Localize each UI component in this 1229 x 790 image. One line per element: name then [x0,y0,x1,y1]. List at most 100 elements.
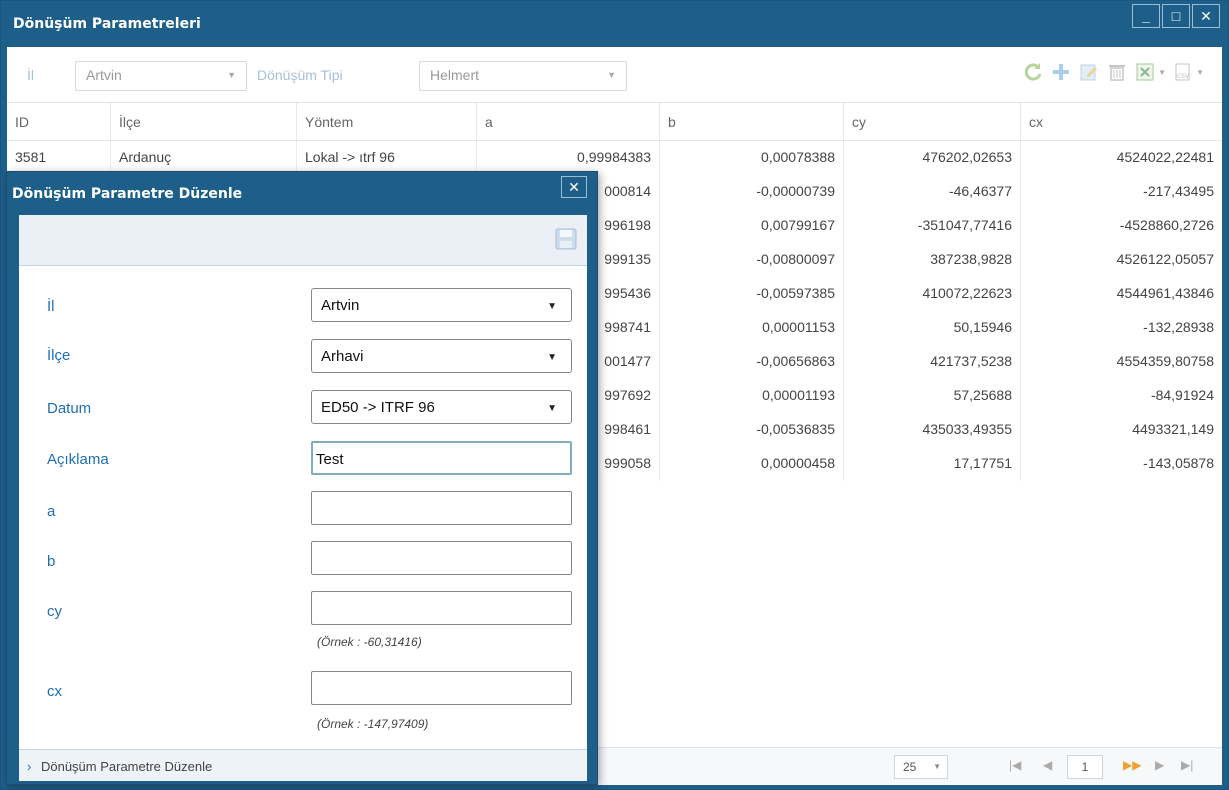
cell-b: 0,00000458 [660,447,844,481]
cell-a: 0,99984383 [477,141,660,175]
b-input[interactable] [311,541,572,575]
page-number-input[interactable]: 1 [1067,755,1103,779]
b-label: b [47,553,56,570]
page-size-value: 25 [903,760,917,774]
column-header-b[interactable]: b [660,103,844,140]
svg-text:CSV: CSV [1177,73,1190,80]
il-label: İl [47,298,55,315]
dialog-footer-breadcrumb[interactable]: › Dönüşüm Parametre Düzenle [19,749,587,781]
filter-toolbar: İl Artvin ▼ Dönüşüm Tipi Helmert ▼ ▼ CSV… [7,47,1222,103]
cell-b: -0,00597385 [660,277,844,311]
cell-cy: 435033,49355 [844,413,1021,447]
chevron-down-icon: ▼ [547,403,557,414]
save-icon[interactable] [555,228,577,250]
ilce-select-value: Arhavi [321,348,364,365]
next-icon[interactable]: ▶ [1155,758,1164,772]
maximize-button[interactable]: □ [1162,4,1190,28]
datum-select-value: ED50 -> ITRF 96 [321,399,435,416]
excel-export-icon[interactable] [1134,61,1156,83]
chevron-down-icon: ▼ [933,762,941,771]
main-titlebar[interactable]: Dönüşüm Parametreleri _ □ ✕ [1,1,1228,47]
cell-b: 0,00078388 [660,141,844,175]
first-page-icon[interactable]: |◀ [1009,758,1021,772]
close-button[interactable]: ✕ [1192,4,1220,28]
datum-select[interactable]: ED50 -> ITRF 96 ▼ [311,390,572,424]
column-header-yontem[interactable]: Yöntem [297,103,477,140]
edit-icon[interactable] [1078,61,1100,83]
tip-filter-value: Helmert [430,67,480,83]
tip-filter-label: Dönüşüm Tipi [257,67,343,83]
cell-cx: -132,28938 [1143,319,1214,335]
cell-b: -0,00000739 [660,175,844,209]
il-filter-label: İl [27,67,34,83]
prev-page-icon[interactable]: ◀ [1043,758,1052,772]
cell-cy: -46,46377 [844,175,1021,209]
next-page-icon[interactable]: ▶▶ [1123,758,1141,772]
csv-export-icon[interactable]: CSV [1172,61,1194,83]
cell-cy: 387238,9828 [844,243,1021,277]
footer-label: Dönüşüm Parametre Düzenle [40,759,213,774]
datum-label: Datum [47,400,92,417]
dialog-close-button[interactable]: ✕ [561,176,587,198]
refresh-icon[interactable] [1022,61,1044,83]
cx-label: cx [47,683,62,700]
tip-filter-combo[interactable]: Helmert ▼ [419,61,627,91]
cell-cy: 476202,02653 [844,141,1021,175]
cell-cy: -351047,77416 [844,209,1021,243]
cell-cx: 4493321,149 [1132,421,1214,437]
cell-cx: -4528860,2726 [1119,217,1214,233]
column-header-id[interactable]: ID [7,103,111,140]
aciklama-label: Açıklama [47,451,109,468]
chevron-down-icon: ▼ [227,70,236,80]
window-controls: _ □ ✕ [1132,4,1220,28]
cell-cx: -143,05878 [1143,455,1214,471]
cell-cx: 4526122,05057 [1116,251,1214,267]
column-header-ilce[interactable]: İlçe [111,103,297,140]
cell-cx: -84,91924 [1150,387,1214,403]
cell-cx: -217,43495 [1143,183,1214,199]
dialog-body: İl Artvin ▼ İlçe Arhavi ▼ Datum ED50 -> … [19,215,587,781]
cell-cy: 57,25688 [844,379,1021,413]
cell-b: 0,00799167 [660,209,844,243]
ilce-select[interactable]: Arhavi ▼ [311,339,572,373]
cell-cy: 410072,22623 [844,277,1021,311]
aciklama-input[interactable]: Test [311,441,572,475]
a-input[interactable] [311,491,572,525]
cy-hint: (Örnek : -60,31416) [317,635,422,649]
edit-dialog: Dönüşüm Parametre Düzenle ✕ İl Artvin ▼ … [6,171,598,785]
dialog-toolbar [19,215,587,266]
cell-id: 3581 [7,141,111,175]
cell-cy: 50,15946 [844,311,1021,345]
column-header-cy[interactable]: cy [844,103,1021,140]
chevron-down-icon[interactable]: ▼ [1196,68,1204,77]
cell-cx: 4554359,80758 [1116,353,1214,369]
chevron-down-icon: ▼ [547,301,557,312]
cx-input[interactable] [311,671,572,705]
il-select-value: Artvin [321,297,360,314]
add-icon[interactable] [1050,61,1072,83]
il-filter-value: Artvin [86,67,122,83]
table-row[interactable]: 3581 Ardanuç Lokal -> ıtrf 96 0,99984383… [7,141,1222,175]
minimize-button[interactable]: _ [1132,4,1160,28]
column-header-cx[interactable]: cx [1021,103,1222,140]
cell-b: -0,00536835 [660,413,844,447]
cell-b: -0,00800097 [660,243,844,277]
last-page-icon[interactable]: ▶| [1181,758,1193,772]
cell-cy: 17,17751 [844,447,1021,481]
chevron-down-icon[interactable]: ▼ [1158,68,1166,77]
cell-b: 0,00001193 [660,379,844,413]
column-header-a[interactable]: a [477,103,660,140]
page-size-select[interactable]: 25 ▼ [894,755,948,779]
cy-label: cy [47,603,62,620]
main-window-title: Dönüşüm Parametreleri [13,16,201,32]
cell-ilce: Ardanuç [111,141,297,175]
delete-icon[interactable] [1106,61,1128,83]
cell-cx: 4544961,43846 [1116,285,1214,301]
chevron-down-icon: ▼ [607,70,616,80]
cy-input[interactable] [311,591,572,625]
il-select[interactable]: Artvin ▼ [311,288,572,322]
il-filter-combo[interactable]: Artvin ▼ [75,61,247,91]
cell-b: 0,00001153 [660,311,844,345]
toolbar-actions: ▼ CSV ▼ [1022,61,1204,83]
chevron-right-icon: › [27,759,32,774]
